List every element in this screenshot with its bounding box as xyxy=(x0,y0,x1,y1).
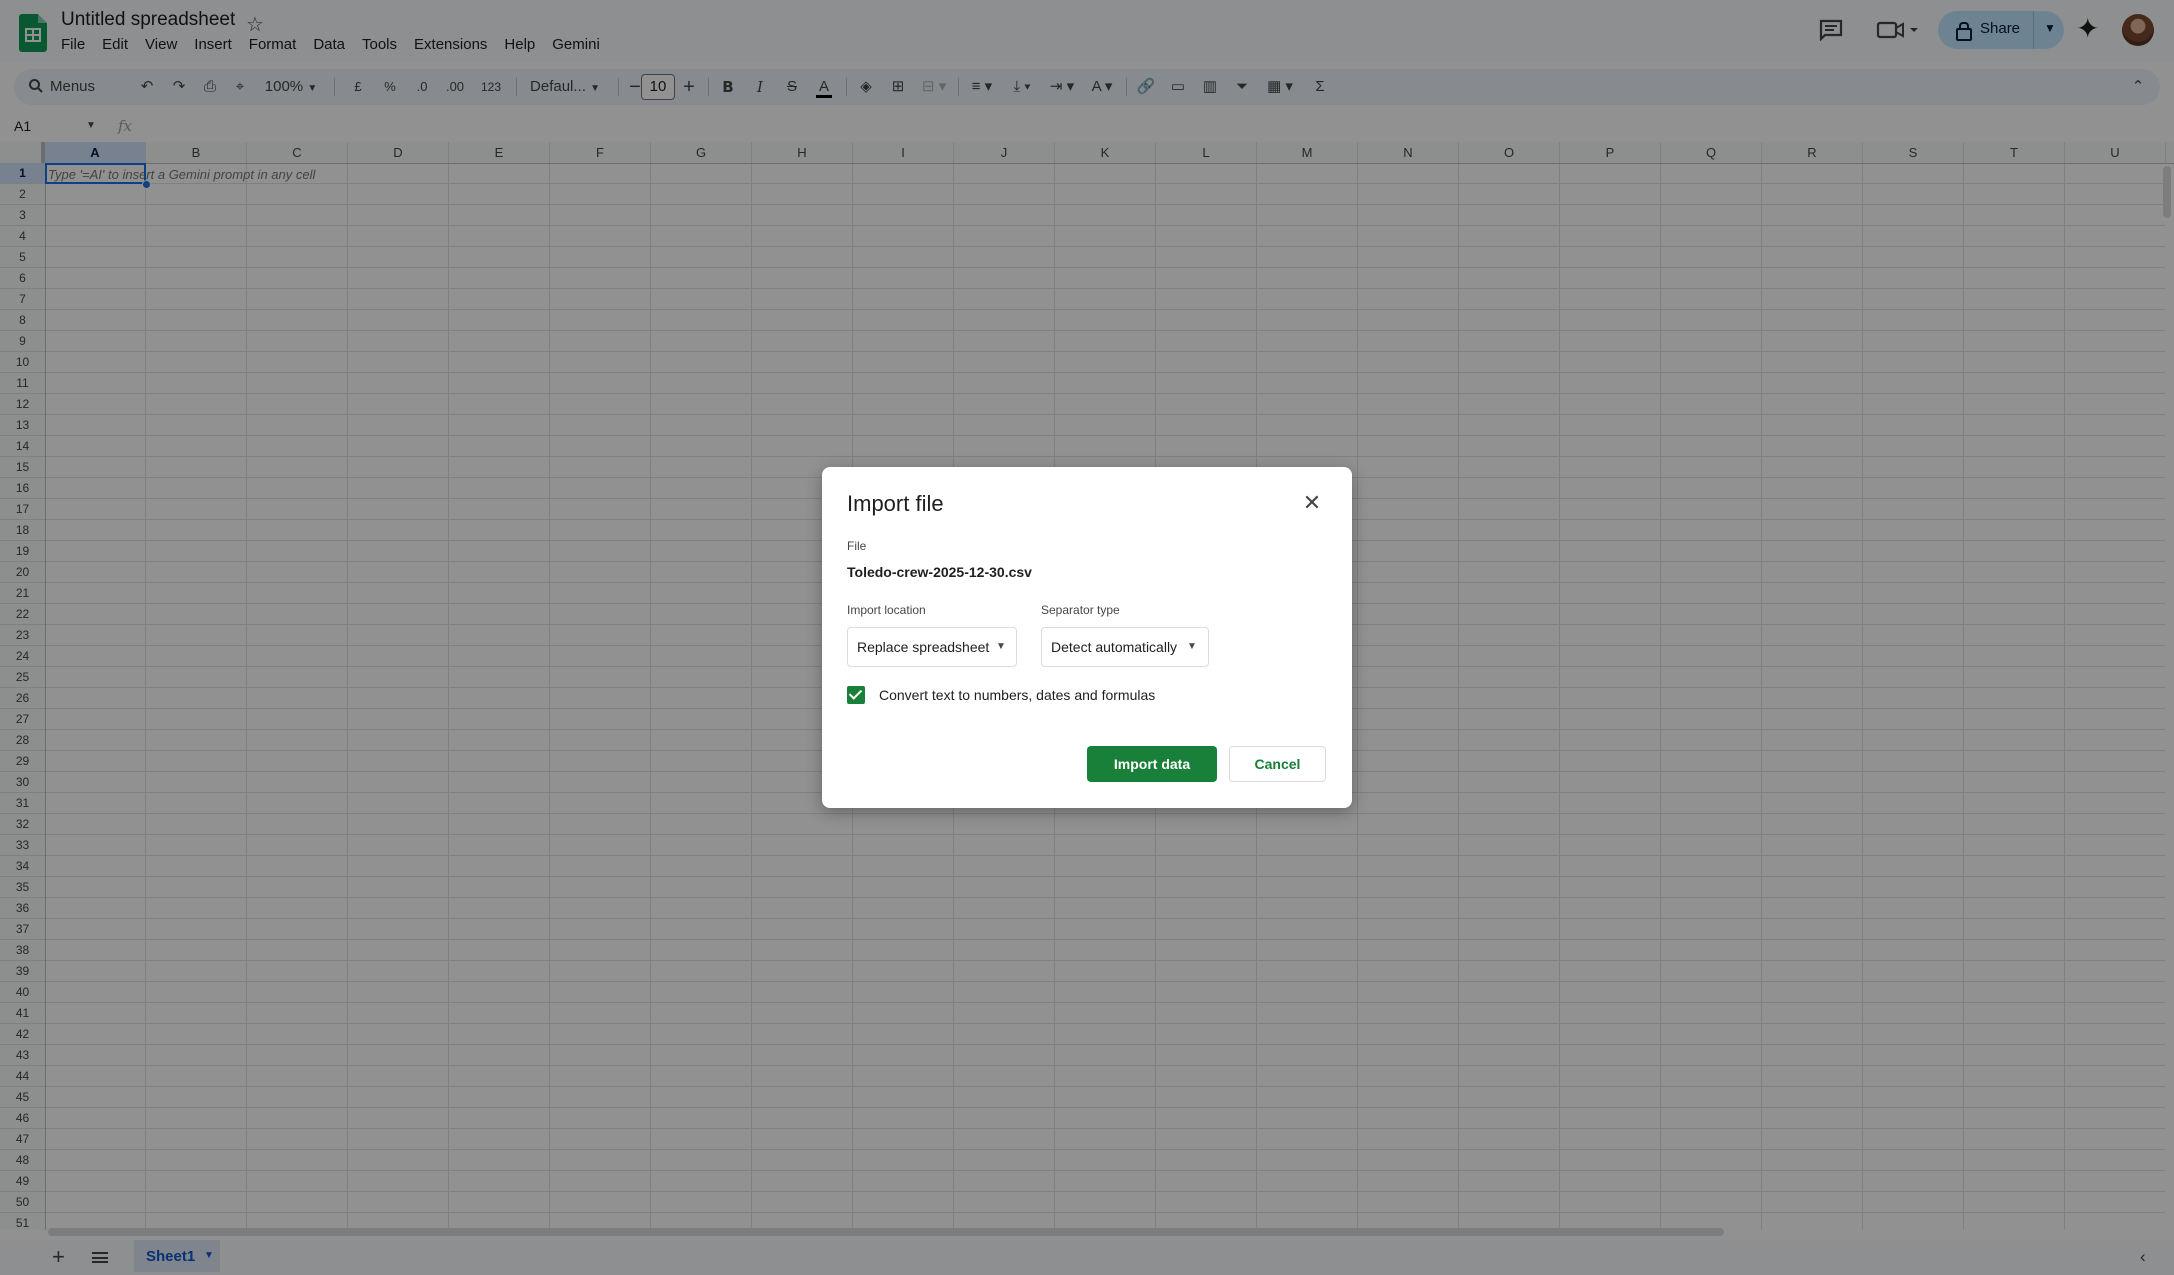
import-location-select[interactable]: Replace spreadsheet ▼ xyxy=(847,627,1017,667)
file-label: File xyxy=(847,539,867,553)
import-location-value: Replace spreadsheet xyxy=(857,639,990,655)
chevron-down-icon: ▼ xyxy=(996,641,1006,652)
file-name: Toledo-crew-2025-12-30.csv xyxy=(847,564,1032,580)
import-location-label: Import location xyxy=(847,603,926,617)
chevron-down-icon: ▼ xyxy=(1187,641,1197,652)
separator-type-select[interactable]: Detect automatically ▼ xyxy=(1041,627,1209,667)
separator-type-label: Separator type xyxy=(1041,603,1120,617)
import-data-button[interactable]: Import data xyxy=(1087,746,1217,782)
close-icon[interactable]: ✕ xyxy=(1300,491,1324,515)
convert-text-label[interactable]: Convert text to numbers, dates and formu… xyxy=(879,687,1155,703)
separator-type-value: Detect automatically xyxy=(1051,639,1178,655)
import-file-dialog: Import file ✕ File Toledo-crew-2025-12-3… xyxy=(822,467,1352,808)
dialog-title: Import file xyxy=(847,491,944,516)
convert-text-checkbox[interactable] xyxy=(847,686,865,704)
cancel-button[interactable]: Cancel xyxy=(1229,746,1326,782)
